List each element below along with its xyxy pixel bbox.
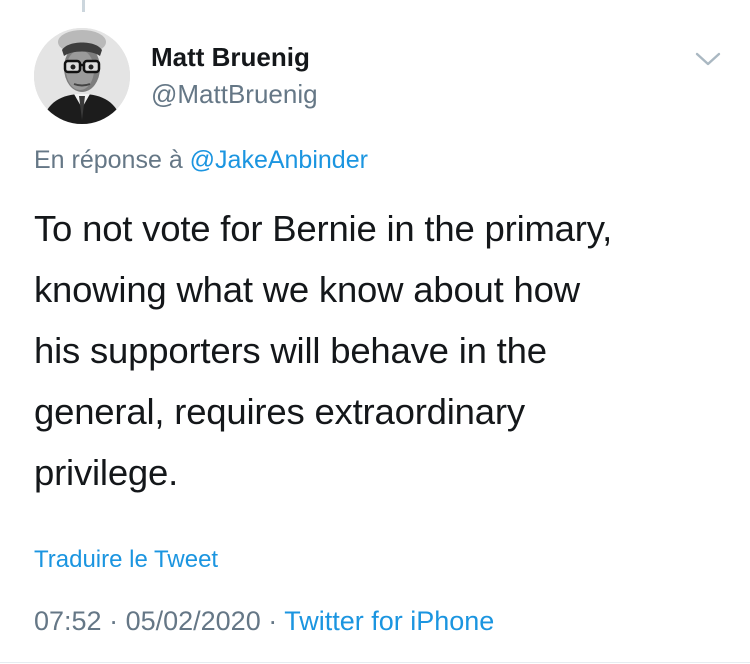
- meta-separator: ·: [260, 606, 285, 636]
- chevron-down-icon[interactable]: [693, 46, 723, 70]
- tweet-date[interactable]: 05/02/2020: [126, 606, 261, 636]
- tweet-source-link[interactable]: Twitter for iPhone: [284, 606, 494, 636]
- tweet-time[interactable]: 07:52: [34, 606, 102, 636]
- author-handle[interactable]: @MattBruenig: [151, 79, 318, 110]
- divider: [0, 662, 750, 663]
- avatar[interactable]: [34, 28, 130, 124]
- tweet-text-line: knowing what we know about how: [34, 269, 580, 310]
- tweet-text: To not vote for Bernie in the primary, k…: [34, 198, 724, 503]
- author-name[interactable]: Matt Bruenig: [151, 42, 310, 73]
- reply-prefix: En réponse à: [34, 146, 190, 174]
- tweet-text-line: privilege.: [34, 452, 179, 493]
- tweet-text-line: general, requires extraordinary: [34, 391, 525, 432]
- translate-tweet-link[interactable]: Traduire le Tweet: [34, 546, 218, 574]
- tweet-text-line: To not vote for Bernie in the primary,: [34, 208, 613, 249]
- thread-connector-line: [82, 0, 85, 12]
- reply-mention-link[interactable]: @JakeAnbinder: [190, 146, 368, 174]
- portrait-photo-icon: [34, 28, 130, 124]
- tweet-text-line: his supporters will behave in the: [34, 330, 547, 371]
- reply-context: En réponse à @JakeAnbinder: [34, 146, 368, 175]
- tweet-metadata: 07:52 · 05/02/2020 · Twitter for iPhone: [34, 606, 494, 637]
- meta-separator: ·: [101, 606, 126, 636]
